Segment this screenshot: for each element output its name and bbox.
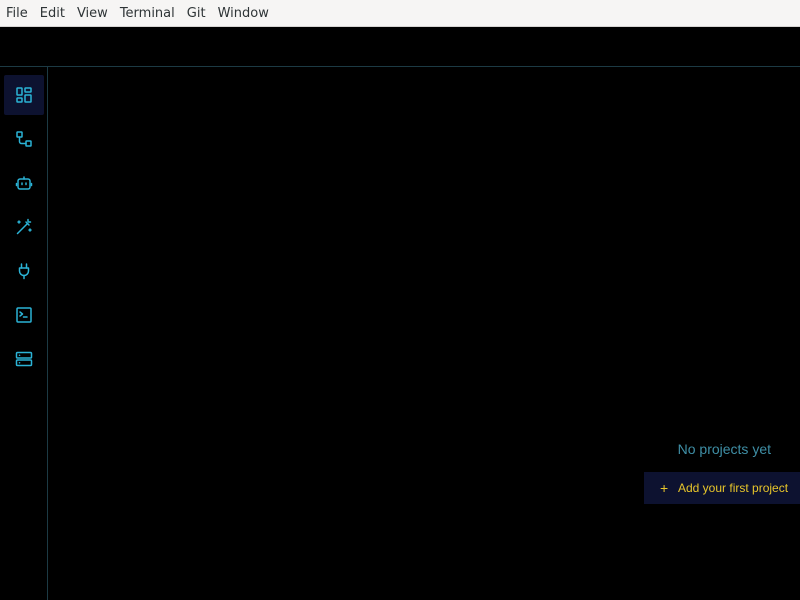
sidebar-item-workflow[interactable] (4, 119, 44, 159)
plus-icon: + (660, 480, 669, 496)
plug-icon (18, 263, 30, 280)
sidebar-item-dashboard[interactable] (4, 75, 44, 115)
workflow-icon (16, 131, 32, 147)
dashboard-icon (16, 87, 32, 103)
magic-wand-icon (16, 218, 32, 235)
add-project-button[interactable]: + Add your first project (644, 472, 800, 504)
add-project-label: Add your first project (678, 481, 789, 495)
sidebar-item-server[interactable] (4, 339, 44, 379)
menu-edit[interactable]: Edit (34, 0, 71, 27)
robot-icon (15, 176, 33, 190)
empty-state-message: No projects yet (677, 441, 771, 457)
server-icon (15, 351, 33, 367)
sidebar-item-plug[interactable] (4, 251, 44, 291)
title-bar (0, 27, 800, 67)
menu-terminal[interactable]: Terminal (114, 0, 181, 27)
menu-window[interactable]: Window (212, 0, 275, 27)
sidebar (0, 67, 48, 600)
menu-view[interactable]: View (71, 0, 114, 27)
terminal-icon (16, 307, 32, 323)
menu-git[interactable]: Git (181, 0, 212, 27)
menu-file[interactable]: File (0, 0, 34, 27)
menu-bar: File Edit View Terminal Git Window (0, 0, 800, 27)
sidebar-item-terminal[interactable] (4, 295, 44, 335)
sidebar-item-magic[interactable] (4, 207, 44, 247)
main-content: No projects yet + Add your first project (48, 67, 800, 600)
sidebar-item-robot[interactable] (4, 163, 44, 203)
